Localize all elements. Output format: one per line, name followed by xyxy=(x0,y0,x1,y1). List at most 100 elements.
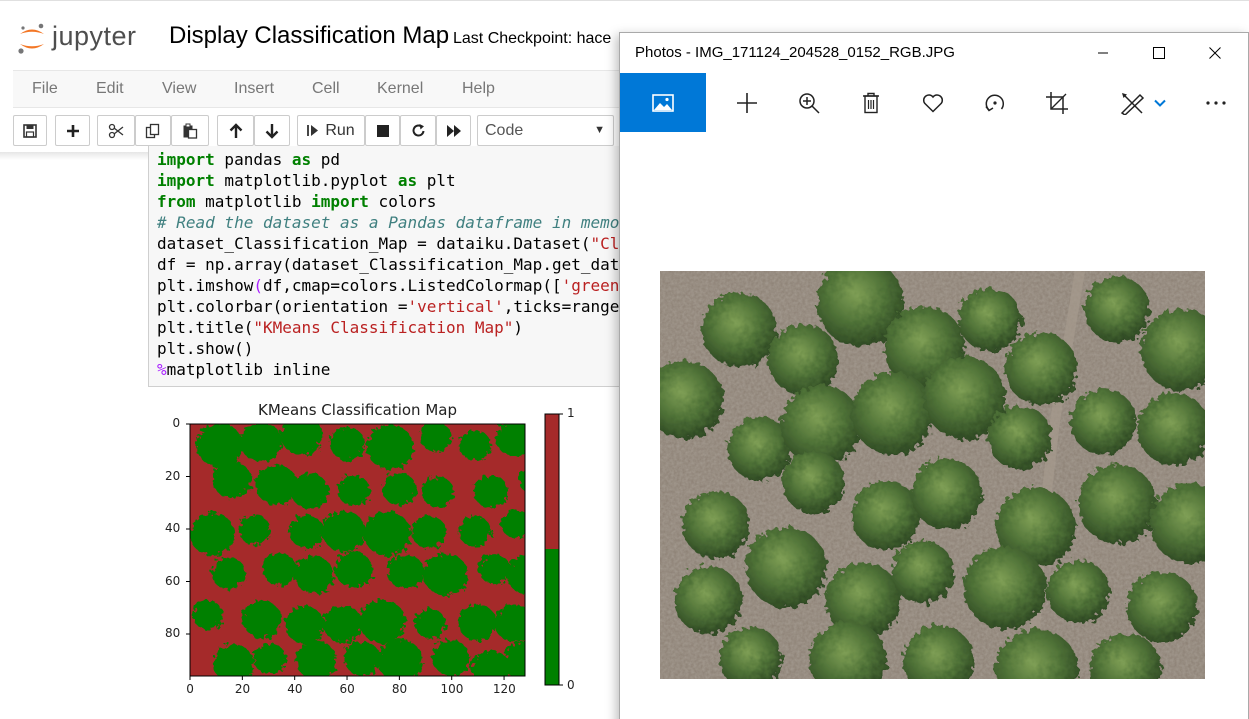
crop-button[interactable] xyxy=(1044,73,1070,132)
class-0-region xyxy=(366,424,414,470)
classification-map xyxy=(190,424,525,676)
class-0-region xyxy=(294,556,334,594)
code-token: plt xyxy=(417,171,456,190)
class-0-region xyxy=(377,639,423,676)
class-0-region xyxy=(363,511,411,557)
code-editor[interactable]: import pandas as pd import matplotlib.pyp… xyxy=(0,0,619,400)
code-token: import xyxy=(157,171,215,190)
code-token: dataset_Classification_Map = dataiku.Dat… xyxy=(157,234,591,253)
heart-icon xyxy=(922,93,944,113)
close-button[interactable] xyxy=(1187,33,1243,73)
x-tick-label: 20 xyxy=(234,682,251,696)
tree-canopy xyxy=(958,288,1022,351)
class-0-region xyxy=(239,424,282,462)
tree-canopy xyxy=(674,565,743,634)
class-0-region xyxy=(290,473,329,509)
tree-canopy xyxy=(1126,571,1198,643)
class-0-region xyxy=(323,605,363,643)
classification-map-chart xyxy=(186,413,563,686)
delete-icon xyxy=(863,92,879,113)
class-0-region xyxy=(458,515,491,547)
rotate-icon xyxy=(985,94,1004,112)
code-token: plt.imshow xyxy=(157,276,254,295)
code-line: plt.colorbar(orientation ='vertical',tic… xyxy=(157,297,619,316)
colorbar-tick-label: 0 xyxy=(567,678,575,692)
code-token: ( xyxy=(253,276,263,295)
code-token: colors xyxy=(368,192,437,211)
maximize-button[interactable] xyxy=(1131,33,1187,73)
code-token: df,cmap=colors.ListedColormap([ xyxy=(262,276,562,295)
x-tick-label: 80 xyxy=(391,682,408,696)
code-token: "Cl xyxy=(590,234,619,253)
code-token: pd xyxy=(311,150,341,169)
code-token: plt.colorbar(orientation = xyxy=(157,297,408,316)
x-tick-label: 120 xyxy=(492,682,516,696)
maximize-icon xyxy=(1153,47,1165,59)
delete-button[interactable] xyxy=(859,73,883,132)
photos-toolbar xyxy=(620,73,1248,132)
tree-canopy xyxy=(1005,332,1078,406)
favorite-button[interactable] xyxy=(920,73,946,132)
zoom-button[interactable] xyxy=(796,73,822,132)
minimize-icon xyxy=(1098,52,1108,54)
class-0-region xyxy=(494,604,525,642)
y-tick-label: 40 xyxy=(165,521,181,535)
edit-draw-button[interactable] xyxy=(1118,73,1168,132)
code-token: import xyxy=(311,192,369,211)
code-token: 'green xyxy=(561,276,619,295)
class-0-region xyxy=(478,554,511,585)
class-0-region xyxy=(382,472,417,506)
code-token: matplotlib.pyplot xyxy=(214,171,398,190)
code-line: plt.imshow(df,cmap=colors.ListedColormap… xyxy=(157,276,619,295)
class-0-region xyxy=(411,515,447,549)
colorbar-class-1 xyxy=(545,414,559,549)
tree-canopy xyxy=(1077,464,1157,544)
class-0-region xyxy=(496,424,525,457)
class-0-region xyxy=(359,599,406,644)
zoom-in-icon xyxy=(799,92,820,114)
code-token: plt.show() xyxy=(157,339,254,358)
code-token: import xyxy=(157,150,215,169)
class-0-region xyxy=(414,608,446,639)
crop-icon xyxy=(1046,91,1068,114)
class-0-region xyxy=(192,600,224,630)
y-tick-label: 0 xyxy=(172,416,181,430)
view-image-button[interactable] xyxy=(620,73,706,132)
add-button[interactable] xyxy=(734,73,760,132)
class-0-region xyxy=(387,554,425,590)
code-token: plt.title( xyxy=(157,318,254,337)
x-axis-ticks xyxy=(189,676,505,680)
tree-canopy xyxy=(1046,560,1110,623)
code-token: # Read the dataset as a Pandas dataframe… xyxy=(157,213,619,232)
class-0-region xyxy=(289,515,325,549)
class-0-region xyxy=(421,476,454,508)
code-token: % xyxy=(157,360,167,379)
class-0-region xyxy=(518,468,525,492)
code-line: import matplotlib.pyplot as plt xyxy=(157,171,456,190)
minimize-button[interactable] xyxy=(1075,33,1131,73)
x-tick-label: 0 xyxy=(186,682,194,696)
code-token: matplotlib xyxy=(195,192,312,211)
class-0-region xyxy=(420,424,452,452)
code-line: # Read the dataset as a Pandas dataframe… xyxy=(157,213,619,232)
class-0-region xyxy=(473,475,509,508)
class-0-region xyxy=(458,604,497,641)
class-0-region xyxy=(459,430,491,461)
tree-canopy xyxy=(682,490,750,559)
code-line: %matplotlib inline xyxy=(157,360,330,379)
chevron-down-icon xyxy=(1154,99,1166,107)
code-token: ) xyxy=(513,318,524,337)
class-0-region xyxy=(285,606,325,644)
class-0-region xyxy=(190,512,235,556)
y-tick-label: 80 xyxy=(165,626,181,640)
code-token: df = np.array(dataset_Classification_Map… xyxy=(157,255,619,274)
rotate-button[interactable] xyxy=(982,73,1008,132)
code-token: matplotlib inline xyxy=(166,360,331,379)
class-0-region xyxy=(432,640,470,676)
class-0-region xyxy=(507,554,525,595)
close-icon xyxy=(1209,47,1221,59)
class-0-region xyxy=(238,515,271,546)
photos-window[interactable]: Photos - IMG_171124_204528_0152_RGB.JPG xyxy=(619,32,1249,719)
more-button[interactable] xyxy=(1204,73,1228,132)
class-0-region xyxy=(255,464,298,505)
